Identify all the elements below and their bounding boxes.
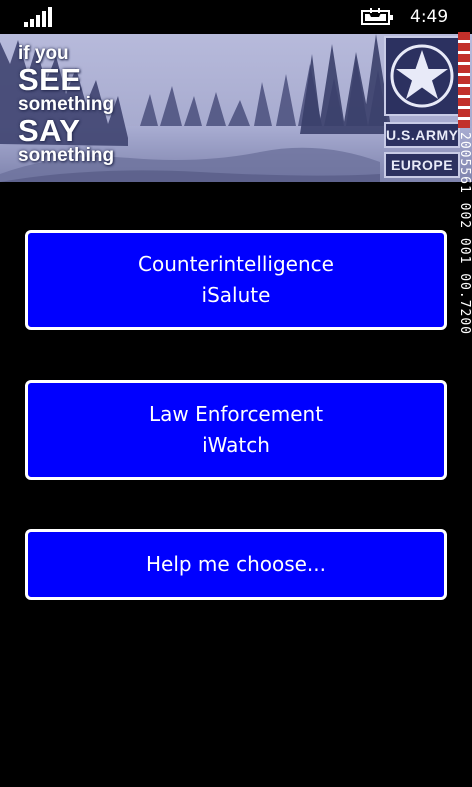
logo-text-europe: EUROPE [384, 152, 460, 178]
slogan-line-2: SEE [18, 62, 82, 97]
army-star-icon [390, 44, 454, 108]
side-ribbon: 2005561 002 001 00.7200 [456, 30, 472, 390]
slogan-line-4: SAY [18, 113, 81, 148]
banner-image: if you SEE something SAY something U.S.A… [0, 34, 472, 182]
counterintelligence-isalute-button[interactable]: Counterintelligence iSalute [25, 230, 447, 330]
clock-time: 4:49 [410, 7, 449, 27]
ribbon-red-strip [458, 32, 470, 128]
battery-charging-icon [361, 8, 393, 25]
button-line-1: Law Enforcement [148, 402, 324, 426]
us-army-europe-logo: U.S.ARMY EUROPE [384, 36, 460, 180]
button-line-1: Counterintelligence [138, 252, 334, 276]
slogan-line-1: if you [18, 43, 69, 64]
button-label: Help me choose... [145, 552, 327, 576]
slogan-line-3: something [18, 94, 115, 115]
logo-text-army: U.S.ARMY [384, 122, 460, 148]
logo-star-box [384, 36, 460, 116]
signal-bars-icon [24, 7, 52, 27]
slogan-text: if you SEE something SAY something [18, 44, 114, 166]
button-line-2: iSalute [201, 283, 271, 307]
button-line-2: iWatch [202, 433, 270, 457]
ribbon-vertical-text: 2005561 002 001 00.7200 [457, 132, 472, 336]
law-enforcement-iwatch-button[interactable]: Law Enforcement iWatch [25, 380, 447, 480]
help-me-choose-button[interactable]: Help me choose... [25, 529, 447, 600]
status-bar: 4:49 [0, 0, 472, 34]
slogan-line-5: something [18, 145, 115, 166]
